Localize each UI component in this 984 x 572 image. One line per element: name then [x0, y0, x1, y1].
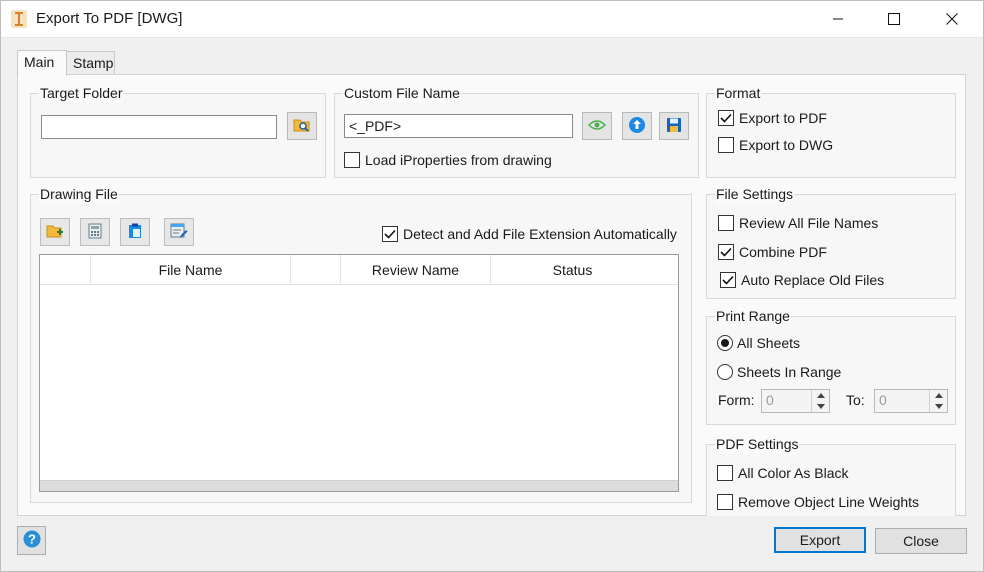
all-sheets-label: All Sheets [737, 335, 801, 351]
folder-search-icon [293, 117, 311, 136]
upload-icon [628, 116, 646, 137]
close-icon[interactable] [929, 0, 975, 38]
help-button[interactable]: ? [17, 526, 46, 555]
to-value[interactable]: 0 [879, 392, 887, 408]
column-header-review-name[interactable]: Review Name [341, 255, 491, 285]
all-color-as-black-box[interactable] [717, 465, 733, 481]
chevron-down-icon[interactable] [930, 401, 947, 412]
format-title: Format [715, 83, 762, 103]
tab-main[interactable]: Main [17, 50, 67, 76]
column-header-blank[interactable] [291, 255, 341, 285]
horizontal-scrollbar[interactable] [40, 480, 678, 491]
eye-icon [587, 118, 607, 134]
export-to-pdf-checkbox[interactable]: Export to PDF [718, 110, 827, 126]
detect-extension-checkbox[interactable]: Detect and Add File Extension Automatica… [382, 226, 677, 242]
load-iproperties-box[interactable] [344, 152, 360, 168]
tab-stamp[interactable]: Stamp [66, 51, 115, 75]
edit-list-button[interactable] [164, 218, 194, 246]
upload-name-button[interactable] [622, 112, 652, 140]
remove-line-weights-box[interactable] [717, 494, 733, 510]
export-button[interactable]: Export [774, 527, 866, 553]
combine-pdf-label: Combine PDF [739, 244, 827, 260]
table-header: File Name Review Name Status [40, 255, 678, 285]
format-group: Format [706, 83, 956, 178]
title-bar: Export To PDF [DWG] [0, 0, 984, 38]
svg-text:?: ? [28, 532, 36, 547]
from-stepper-arrows[interactable] [811, 390, 829, 412]
chevron-up-icon[interactable] [930, 390, 947, 401]
checkmark-icon[interactable] [720, 272, 736, 288]
all-color-as-black-checkbox[interactable]: All Color As Black [717, 465, 848, 481]
save-name-button[interactable] [659, 112, 689, 140]
export-to-pdf-label: Export to PDF [739, 110, 827, 126]
window-title: Export To PDF [DWG] [36, 10, 183, 27]
auto-replace-old-files-label: Auto Replace Old Files [741, 272, 885, 288]
clipboard-button[interactable] [120, 218, 150, 246]
sheets-in-range-label: Sheets In Range [737, 364, 842, 380]
target-folder-input[interactable] [41, 115, 277, 139]
drawing-file-title: Drawing File [39, 184, 119, 204]
export-to-dwg-box[interactable] [718, 137, 734, 153]
remove-line-weights-checkbox[interactable]: Remove Object Line Weights [717, 494, 919, 510]
add-folder-button[interactable] [40, 218, 70, 246]
checkmark-icon[interactable] [718, 244, 734, 260]
calculator-icon [88, 223, 102, 242]
custom-file-name-title: Custom File Name [343, 83, 461, 103]
column-header-status[interactable]: Status [491, 255, 654, 285]
all-color-as-black-label: All Color As Black [738, 465, 849, 481]
help-icon: ? [23, 530, 41, 551]
review-all-file-names-checkbox[interactable]: Review All File Names [718, 215, 878, 231]
chevron-down-icon[interactable] [812, 401, 829, 412]
to-label: To: [846, 392, 865, 408]
review-all-file-names-box[interactable] [718, 215, 734, 231]
radio-unselected[interactable] [717, 364, 733, 380]
combine-pdf-checkbox[interactable]: Combine PDF [718, 244, 827, 260]
load-iproperties-checkbox[interactable]: Load iProperties from drawing [344, 152, 552, 168]
column-header-select[interactable] [40, 255, 91, 285]
load-iproperties-label: Load iProperties from drawing [365, 152, 552, 168]
save-icon [666, 117, 682, 136]
checkmark-icon[interactable] [382, 226, 398, 242]
export-to-dwg-checkbox[interactable]: Export to DWG [718, 137, 833, 153]
to-stepper[interactable]: 0 [874, 389, 948, 413]
review-all-file-names-label: Review All File Names [739, 215, 879, 231]
detect-extension-label: Detect and Add File Extension Automatica… [403, 226, 677, 242]
pdf-settings-title: PDF Settings [715, 434, 800, 454]
close-button[interactable]: Close [875, 528, 967, 554]
maximize-icon[interactable] [871, 0, 917, 38]
calculator-button[interactable] [80, 218, 110, 246]
export-to-dwg-label: Export to DWG [739, 137, 834, 153]
chevron-up-icon[interactable] [812, 390, 829, 401]
clipboard-icon [128, 223, 142, 242]
column-header-file-name[interactable]: File Name [91, 255, 291, 285]
remove-line-weights-label: Remove Object Line Weights [738, 494, 920, 510]
print-range-title: Print Range [715, 306, 791, 326]
from-label: Form: [718, 392, 755, 408]
from-stepper[interactable]: 0 [761, 389, 830, 413]
to-stepper-arrows[interactable] [929, 390, 947, 412]
target-folder-title: Target Folder [39, 83, 124, 103]
radio-selected[interactable] [717, 335, 733, 351]
drawing-file-table[interactable]: File Name Review Name Status [39, 254, 679, 492]
browse-folder-button[interactable] [287, 112, 317, 140]
custom-file-name-input[interactable]: <_PDF> [344, 114, 573, 138]
file-settings-title: File Settings [715, 184, 795, 204]
add-folder-icon [46, 223, 64, 242]
auto-replace-old-files-checkbox[interactable]: Auto Replace Old Files [720, 272, 884, 288]
app-icon [10, 9, 28, 29]
checkmark-icon[interactable] [718, 110, 734, 126]
edit-list-icon [170, 223, 188, 242]
preview-name-button[interactable] [582, 112, 612, 140]
from-value[interactable]: 0 [766, 392, 774, 408]
all-sheets-radio[interactable]: All Sheets [717, 335, 800, 351]
sheets-in-range-radio[interactable]: Sheets In Range [717, 364, 841, 380]
minimize-icon[interactable] [815, 0, 861, 38]
